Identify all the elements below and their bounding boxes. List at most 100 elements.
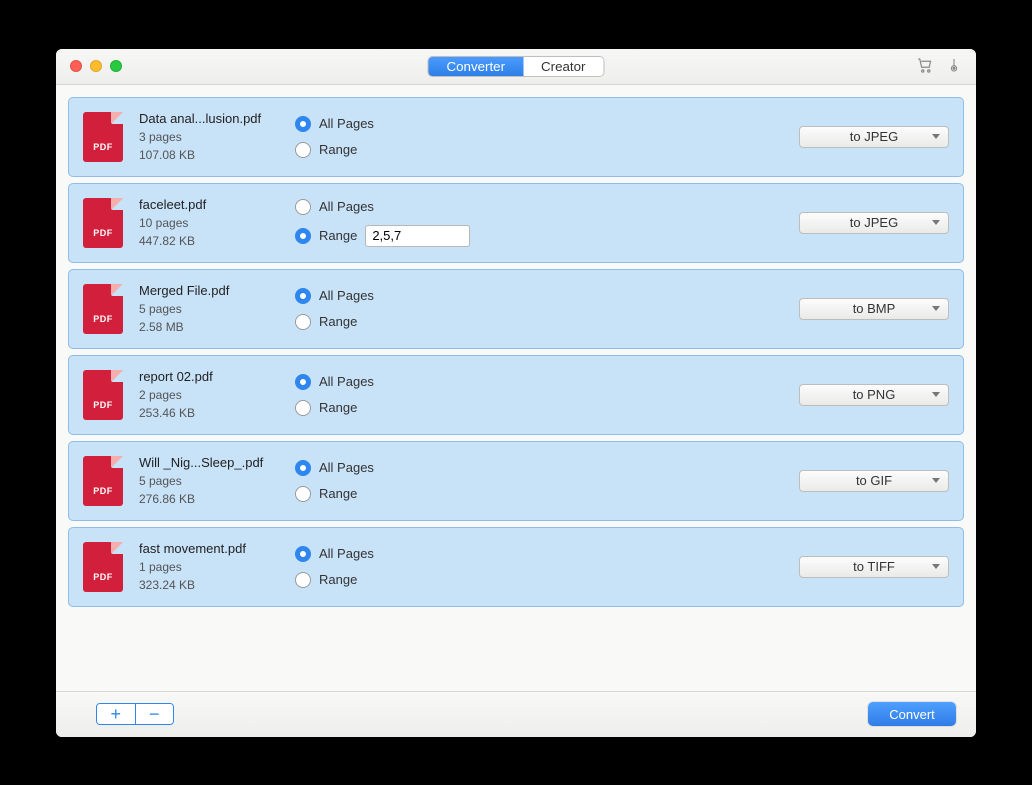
pdf-icon: PDF [83,370,123,420]
footer: + − Convert [56,691,976,737]
file-meta: Will _Nig...Sleep_.pdf 5 pages 276.86 KB [139,455,279,506]
file-name: Will _Nig...Sleep_.pdf [139,455,279,470]
format-column: to PNG [799,384,949,406]
file-row[interactable]: PDF report 02.pdf 2 pages 253.46 KB All … [68,355,964,435]
cart-icon[interactable] [916,56,934,77]
format-column: to JPEG [799,212,949,234]
page-options: All Pages Range [295,288,374,330]
tab-creator[interactable]: Creator [523,57,603,76]
page-options: All Pages Range [295,546,374,588]
pdf-icon: PDF [83,112,123,162]
file-name: Data anal...lusion.pdf [139,111,279,126]
format-value: to GIF [856,473,892,488]
page-options: All Pages Range [295,199,470,247]
minimize-icon[interactable] [90,60,102,72]
format-value: to TIFF [853,559,895,574]
label-range: Range [319,142,357,157]
radio-all-pages[interactable] [295,288,311,304]
titlebar: Converter Creator [56,49,976,85]
add-file-button[interactable]: + [97,704,135,724]
label-all-pages: All Pages [319,116,374,131]
radio-range[interactable] [295,400,311,416]
format-column: to TIFF [799,556,949,578]
page-options: All Pages Range [295,460,374,502]
label-all-pages: All Pages [319,199,374,214]
radio-all-pages[interactable] [295,374,311,390]
format-value: to BMP [853,301,896,316]
file-list: PDF Data anal...lusion.pdf 3 pages 107.0… [56,85,976,691]
file-name: faceleet.pdf [139,197,279,212]
file-row[interactable]: PDF fast movement.pdf 1 pages 323.24 KB … [68,527,964,607]
file-row[interactable]: PDF Will _Nig...Sleep_.pdf 5 pages 276.8… [68,441,964,521]
file-name: Merged File.pdf [139,283,279,298]
label-all-pages: All Pages [319,288,374,303]
app-window: Converter Creator PDF Data anal...lusion… [56,49,976,737]
label-range: Range [319,228,357,243]
file-row[interactable]: PDF faceleet.pdf 10 pages 447.82 KB All … [68,183,964,263]
file-meta: faceleet.pdf 10 pages 447.82 KB [139,197,279,248]
radio-all-pages[interactable] [295,460,311,476]
zoom-icon[interactable] [110,60,122,72]
file-size: 253.46 KB [139,406,279,420]
pdf-icon: PDF [83,284,123,334]
add-remove-control: + − [96,703,174,725]
remove-file-button[interactable]: − [135,704,174,724]
format-value: to PNG [853,387,896,402]
radio-range[interactable] [295,228,311,244]
file-pages: 2 pages [139,388,279,402]
convert-button[interactable]: Convert [868,702,956,726]
format-column: to BMP [799,298,949,320]
radio-all-pages[interactable] [295,546,311,562]
file-size: 276.86 KB [139,492,279,506]
window-controls [70,60,122,72]
file-row[interactable]: PDF Merged File.pdf 5 pages 2.58 MB All … [68,269,964,349]
label-all-pages: All Pages [319,374,374,389]
pdf-icon: PDF [83,456,123,506]
tab-converter[interactable]: Converter [429,57,524,76]
radio-range[interactable] [295,142,311,158]
file-pages: 10 pages [139,216,279,230]
label-range: Range [319,400,357,415]
close-icon[interactable] [70,60,82,72]
thermometer-icon[interactable] [946,56,962,77]
format-dropdown[interactable]: to TIFF [799,556,949,578]
label-all-pages: All Pages [319,460,374,475]
label-range: Range [319,486,357,501]
format-value: to JPEG [850,215,898,230]
radio-range[interactable] [295,486,311,502]
file-pages: 5 pages [139,474,279,488]
file-size: 107.08 KB [139,148,279,162]
pdf-icon: PDF [83,198,123,248]
file-meta: report 02.pdf 2 pages 253.46 KB [139,369,279,420]
format-dropdown[interactable]: to JPEG [799,126,949,148]
page-options: All Pages Range [295,374,374,416]
file-meta: Data anal...lusion.pdf 3 pages 107.08 KB [139,111,279,162]
file-meta: fast movement.pdf 1 pages 323.24 KB [139,541,279,592]
mode-segmented-control: Converter Creator [428,56,605,77]
label-range: Range [319,314,357,329]
file-name: fast movement.pdf [139,541,279,556]
file-pages: 3 pages [139,130,279,144]
format-dropdown[interactable]: to JPEG [799,212,949,234]
range-input[interactable] [365,225,470,247]
label-all-pages: All Pages [319,546,374,561]
file-row[interactable]: PDF Data anal...lusion.pdf 3 pages 107.0… [68,97,964,177]
radio-range[interactable] [295,314,311,330]
file-name: report 02.pdf [139,369,279,384]
label-range: Range [319,572,357,587]
file-size: 2.58 MB [139,320,279,334]
file-pages: 5 pages [139,302,279,316]
format-value: to JPEG [850,129,898,144]
file-pages: 1 pages [139,560,279,574]
format-column: to GIF [799,470,949,492]
format-dropdown[interactable]: to GIF [799,470,949,492]
pdf-icon: PDF [83,542,123,592]
format-column: to JPEG [799,126,949,148]
format-dropdown[interactable]: to PNG [799,384,949,406]
radio-all-pages[interactable] [295,199,311,215]
file-size: 323.24 KB [139,578,279,592]
radio-all-pages[interactable] [295,116,311,132]
format-dropdown[interactable]: to BMP [799,298,949,320]
radio-range[interactable] [295,572,311,588]
page-options: All Pages Range [295,116,374,158]
